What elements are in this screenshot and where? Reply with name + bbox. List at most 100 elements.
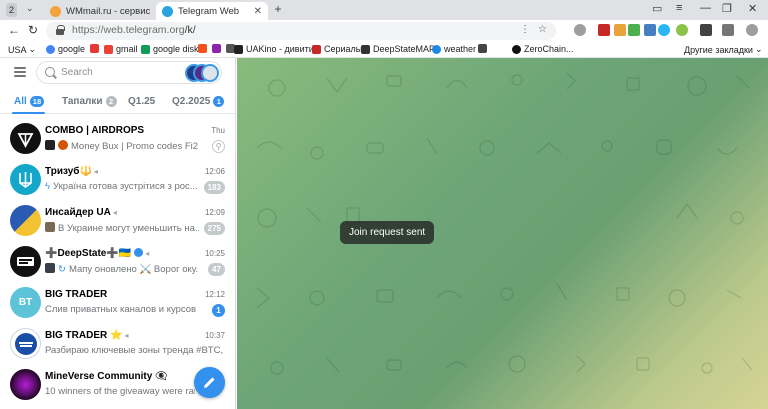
pencil-icon [204, 377, 215, 388]
muted-icon: ◂ [112, 208, 117, 217]
bookmark-gmail[interactable]: gmail [104, 44, 138, 54]
avatar [10, 369, 41, 400]
other-bookmarks[interactable]: Другие закладки ⌄ [684, 44, 763, 55]
chat-time: 12:12 [204, 290, 225, 299]
muted-icon: ◂ [93, 167, 98, 176]
bookmark-colorful[interactable] [212, 44, 224, 53]
globe-extension-icon[interactable] [574, 24, 586, 36]
bookmarks-manager-icon[interactable]: ▭ [652, 2, 662, 15]
gmail-icon [104, 44, 113, 54]
weather-icon [432, 44, 441, 54]
url-field[interactable]: https://web.telegram.org/k/ ⋮ ☆ [46, 22, 556, 40]
bookmark-ib[interactable] [478, 44, 490, 53]
tab-wmmail[interactable]: WMmail.ru - сервис почтов [44, 2, 156, 20]
chat-name: COMBO | AIRDROPS [45, 125, 145, 136]
unread-count-badge: 183 [203, 181, 225, 194]
ublock-extension-icon[interactable] [598, 24, 610, 36]
chat-preview: ↻ Мапу оновлено ⚔️ Ворог оку... [45, 263, 199, 275]
tab-title: WMmail.ru - сервис почтов [66, 5, 150, 17]
chat-item-big-trader-star[interactable]: BIG TRADER ⭐ ◂ 10:37 Разбираю ключевые зо… [0, 324, 235, 365]
series-icon [312, 44, 321, 54]
new-message-button[interactable] [194, 367, 225, 398]
pin-icon: ⚲ [212, 140, 225, 153]
chat-time: 10:25 [204, 249, 225, 258]
hamburger-menu-icon[interactable] [14, 67, 26, 77]
new-tab-button[interactable]: + [271, 3, 285, 17]
wmmail-favicon-icon [50, 5, 61, 17]
verified-badge-icon [134, 248, 144, 257]
chat-item-tryzub[interactable]: Тризуб🔱 ◂ 12:06 ϟ Україна готова зустрітис… [0, 160, 235, 201]
chat-item-big-trader[interactable]: BT BIG TRADER 12:12 Слив приватных канал… [0, 283, 235, 324]
chat-preview: Слив приватных каналов и курсов о... [45, 304, 199, 315]
folder-tab-tapalki[interactable]: Тапалки 2 [62, 96, 117, 107]
search-placeholder: Search [61, 67, 93, 78]
bookmark-uakino[interactable]: UAKino - дивитис [234, 44, 318, 54]
story-avatar[interactable] [201, 64, 219, 82]
menu-icon[interactable]: ≡ [676, 2, 682, 14]
extension-gray-icon[interactable] [722, 24, 734, 36]
chat-item-insider-ua[interactable]: Инсайдер UA ◂ 12:09 В Украине могут умень… [0, 201, 235, 242]
lock-icon [56, 25, 65, 35]
extension-green-icon[interactable] [628, 24, 640, 36]
search-input[interactable]: Search [36, 61, 222, 84]
folder-tab-q2[interactable]: Q2.2025 1 [172, 96, 225, 107]
bookmark-star-icon[interactable]: ☆ [538, 24, 547, 35]
orange-icon [198, 44, 207, 53]
chevron-down-icon[interactable]: ⌄ [26, 3, 34, 14]
unread-count-badge: 1 [212, 304, 225, 317]
red-square-icon [90, 44, 99, 53]
drive-icon [141, 44, 150, 54]
chat-preview: В Украине могут уменьшить на... [45, 222, 199, 234]
avatar [10, 123, 41, 154]
bookmarks-bar: USA ⌄ google gmail google disk UAKino - д… [0, 42, 768, 58]
more-dots-icon[interactable]: ⋮ [520, 24, 530, 35]
extension-dark-icon[interactable] [700, 24, 712, 36]
extension-star-icon[interactable] [658, 24, 670, 36]
chat-preview: 10 winners of the giveaway were rand... [45, 386, 195, 397]
avatar [10, 164, 41, 195]
bookmark-red[interactable] [90, 44, 102, 53]
chevron-down-icon: ⌄ [754, 44, 763, 54]
chat-name: BIG TRADER ⭐ ◂ [45, 330, 129, 341]
restore-icon[interactable]: ❐ [722, 2, 732, 15]
folder-tabs: All 18 Тапалки 2 Q1.25 Q2.2025 1 [0, 90, 235, 114]
doodle-pattern [256, 72, 753, 375]
browser-tab-strip: 2 ⌄ WMmail.ru - сервис почтов Telegram W… [0, 0, 768, 20]
folder-tab-q1[interactable]: Q1.25 [128, 96, 155, 107]
back-arrow-icon[interactable]: ← [8, 23, 20, 37]
chat-item-combo-airdrops[interactable]: COMBO | AIRDROPS Thu Money Bux | Promo c… [0, 119, 235, 160]
reload-icon[interactable]: ↻ [28, 23, 38, 37]
chat-item-deepstate[interactable]: ➕DeepState➕🇺🇦 ◂ 10:25 ↻ Мапу оновлено ⚔️ В… [0, 242, 235, 283]
close-icon[interactable]: ✕ [254, 6, 262, 17]
active-folder-indicator [12, 112, 45, 114]
unread-count-badge: 47 [208, 263, 225, 276]
extension-orange-icon[interactable] [614, 24, 626, 36]
stories-avatars[interactable] [185, 64, 219, 82]
ib-icon [478, 44, 487, 53]
bookmark-google[interactable]: google [46, 44, 85, 54]
tab-telegram-web[interactable]: Telegram Web ✕ [156, 2, 268, 20]
bookmark-google-disk[interactable]: google disk [141, 44, 199, 54]
chat-preview: Разбираю ключевые зоны тренда #BTC, ... [45, 345, 225, 356]
bookmark-usa[interactable]: USA ⌄ [8, 44, 36, 55]
bookmark-weather[interactable]: weather [432, 44, 476, 54]
bookmark-serialy[interactable]: Сериалы [312, 44, 362, 54]
tab-counter[interactable]: 2 [6, 3, 18, 17]
window-close-icon[interactable]: ✕ [748, 2, 757, 15]
bookmark-zerochain[interactable]: ZeroChain... [512, 44, 574, 54]
profile-icon[interactable] [746, 24, 758, 36]
minimize-icon[interactable]: — [700, 2, 711, 14]
media-thumbnail [58, 140, 68, 150]
vk-extension-icon[interactable] [644, 24, 656, 36]
avatar: BT [10, 287, 41, 318]
chat-time: 12:06 [204, 167, 225, 176]
colorful-icon [212, 44, 221, 53]
bookmark-deepstatemap[interactable]: DeepStateMAP [361, 44, 435, 54]
url-text: https://web.telegram.org/k/ [72, 24, 196, 36]
download-icon[interactable] [676, 24, 688, 36]
chat-preview: Money Bux | Promo codes Fi2... [45, 140, 199, 152]
avatar [10, 246, 41, 277]
chat-background: Join request sent [237, 58, 768, 409]
folder-tab-all[interactable]: All 18 [14, 96, 45, 107]
bookmark-orange[interactable] [198, 44, 210, 53]
